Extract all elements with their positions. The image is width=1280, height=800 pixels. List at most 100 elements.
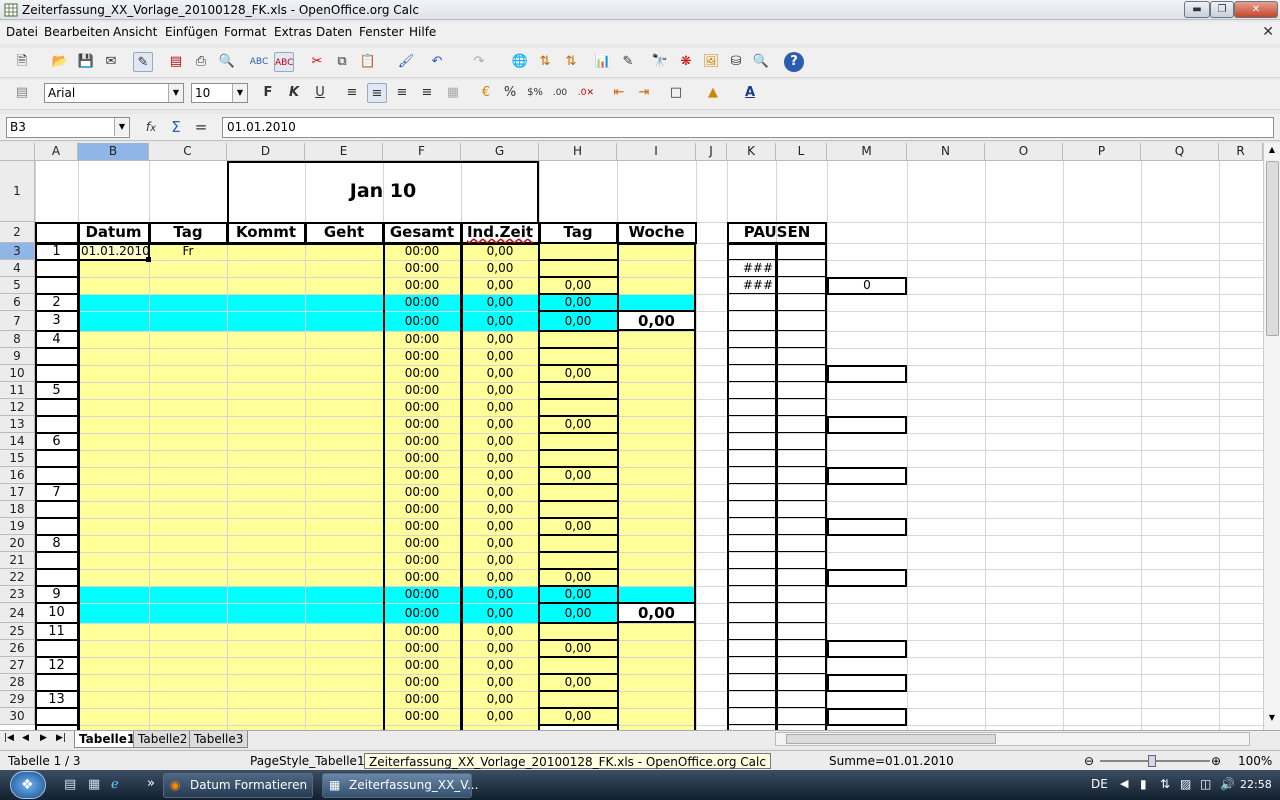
cell-h13[interactable]: 0,00	[539, 416, 617, 433]
row-header-11[interactable]: 11	[0, 382, 35, 399]
cell-g13[interactable]: 0,00	[461, 416, 539, 433]
bold-icon[interactable]: F	[258, 83, 278, 103]
row-header-6[interactable]: 6	[0, 294, 35, 311]
cell-f7[interactable]: 00:00	[383, 311, 461, 331]
cell-f28[interactable]: 00:00	[383, 674, 461, 691]
cell-g16[interactable]: 0,00	[461, 467, 539, 484]
cell-g28[interactable]: 0,00	[461, 674, 539, 691]
row-header-19[interactable]: 19	[0, 518, 35, 535]
cell-f20[interactable]: 00:00	[383, 535, 461, 552]
zoom-level[interactable]: 100%	[1238, 753, 1272, 769]
row-header-27[interactable]: 27	[0, 657, 35, 674]
cell-g24[interactable]: 0,00	[461, 603, 539, 623]
cell-f3[interactable]: 00:00	[383, 243, 461, 260]
cell-f26[interactable]: 00:00	[383, 640, 461, 657]
cell-f4[interactable]: 00:00	[383, 260, 461, 277]
row-header-7[interactable]: 7	[0, 311, 35, 331]
cell-g21[interactable]: 0,00	[461, 552, 539, 569]
cell-f12[interactable]: 00:00	[383, 399, 461, 416]
woche-total-24[interactable]: 0,00	[617, 603, 696, 623]
cell-a14[interactable]: 6	[35, 433, 78, 450]
column-header-n[interactable]: N	[907, 143, 985, 161]
task-firefox[interactable]: ◉ Datum Formatieren ...	[163, 773, 313, 798]
cell-f30[interactable]: 00:00	[383, 708, 461, 725]
column-header-c[interactable]: C	[149, 143, 227, 161]
cell-h22[interactable]: 0,00	[539, 569, 617, 586]
cell-f18[interactable]: 00:00	[383, 501, 461, 518]
first-sheet-icon[interactable]: |◀	[4, 733, 14, 743]
zoom-in-icon[interactable]: ⊕	[1211, 753, 1221, 769]
open-icon[interactable]: 📂	[50, 52, 70, 72]
header-woche[interactable]: Woche	[617, 222, 696, 243]
column-header-g[interactable]: G	[461, 143, 539, 161]
format-paintbrush-icon[interactable]: 🖌	[396, 52, 416, 72]
cell-h23[interactable]: 0,00	[539, 586, 617, 603]
cell-g14[interactable]: 0,00	[461, 433, 539, 450]
align-right-icon[interactable]: ≡	[392, 83, 412, 103]
menu-daten[interactable]: Daten	[316, 25, 352, 39]
vertical-scrollbar[interactable]: ▲ ▼	[1263, 143, 1280, 730]
row-header-17[interactable]: 17	[0, 484, 35, 501]
cell-f11[interactable]: 00:00	[383, 382, 461, 399]
sum-icon[interactable]: Σ	[166, 117, 186, 137]
menu-fenster[interactable]: Fenster	[359, 25, 404, 39]
chevron-down-icon[interactable]: ▼	[168, 84, 183, 102]
increase-indent-icon[interactable]: ⇥	[634, 83, 654, 103]
tray-expand-icon[interactable]: ◀	[1120, 777, 1128, 790]
background-color-icon[interactable]: ▲	[703, 83, 723, 103]
delete-decimal-icon[interactable]: .0✕	[576, 83, 596, 103]
function-icon[interactable]: =	[191, 117, 211, 137]
paste-icon[interactable]: 📋	[358, 52, 378, 72]
cell-g19[interactable]: 0,00	[461, 518, 539, 535]
cell-f29[interactable]: 00:00	[383, 691, 461, 708]
gallery-icon[interactable]: 🖼	[701, 52, 721, 72]
column-header-o[interactable]: O	[985, 143, 1063, 161]
cell-a29[interactable]: 13	[35, 691, 78, 708]
sheet-tab-3[interactable]: Tabelle3	[189, 731, 249, 748]
maximize-button[interactable]: ❐	[1210, 1, 1234, 18]
column-header-d[interactable]: D	[227, 143, 305, 161]
column-header-q[interactable]: Q	[1141, 143, 1219, 161]
cell-g30[interactable]: 0,00	[461, 708, 539, 725]
row-header-12[interactable]: 12	[0, 399, 35, 416]
styles-formatting-icon[interactable]: ▤	[12, 83, 32, 103]
clock[interactable]: 22:58	[1240, 778, 1272, 791]
find-replace-icon[interactable]: 🔭	[650, 52, 670, 72]
close-button[interactable]: ✕	[1234, 1, 1278, 18]
cell-a3[interactable]: 1	[35, 243, 78, 260]
row-header-29[interactable]: 29	[0, 691, 35, 708]
row-header-15[interactable]: 15	[0, 450, 35, 467]
document-close-icon[interactable]: ✕	[1262, 24, 1274, 40]
cell-f24[interactable]: 00:00	[383, 603, 461, 623]
cell-g20[interactable]: 0,00	[461, 535, 539, 552]
woche-total-7[interactable]: 0,00	[617, 311, 696, 331]
row-header-4[interactable]: 4	[0, 260, 35, 277]
cell-f14[interactable]: 00:00	[383, 433, 461, 450]
column-header-a[interactable]: A	[35, 143, 78, 161]
draw-functions-icon[interactable]: ✎	[618, 52, 638, 72]
column-header-i[interactable]: I	[617, 143, 696, 161]
font-name-box[interactable]: Arial ▼	[44, 83, 184, 103]
column-header-f[interactable]: F	[383, 143, 461, 161]
hyperlink-icon[interactable]: 🌐	[510, 52, 530, 72]
cut-icon[interactable]: ✂	[307, 52, 327, 72]
row-header-30[interactable]: 30	[0, 708, 35, 725]
row-header-28[interactable]: 28	[0, 674, 35, 691]
cell-g23[interactable]: 0,00	[461, 586, 539, 603]
underline-icon[interactable]: U	[310, 83, 330, 103]
cell-h26[interactable]: 0,00	[539, 640, 617, 657]
menu-format[interactable]: Format	[224, 25, 266, 39]
corner-select-all[interactable]	[0, 143, 35, 161]
sheet-tab-2[interactable]: Tabelle2	[133, 731, 193, 748]
spreadsheet-grid[interactable]: A B C D E F G H I J K L M N O P Q R 1 2 3 4 5 6 7 8 9 10 11 12 13 14 15 1…	[0, 143, 1263, 730]
usb-icon[interactable]: ⇅	[1160, 777, 1170, 791]
row-header-3[interactable]: 3	[0, 243, 35, 260]
cell-g15[interactable]: 0,00	[461, 450, 539, 467]
device-icon[interactable]: ▨	[1180, 777, 1191, 791]
menu-einfuegen[interactable]: Einfügen	[165, 25, 218, 39]
cell-a11[interactable]: 5	[35, 382, 78, 399]
internet-explorer-icon[interactable]: ℯ	[111, 777, 119, 792]
autospellcheck-icon[interactable]: ABC	[274, 52, 294, 72]
zoom-out-icon[interactable]: ⊖	[1084, 753, 1094, 769]
row-header-21[interactable]: 21	[0, 552, 35, 569]
